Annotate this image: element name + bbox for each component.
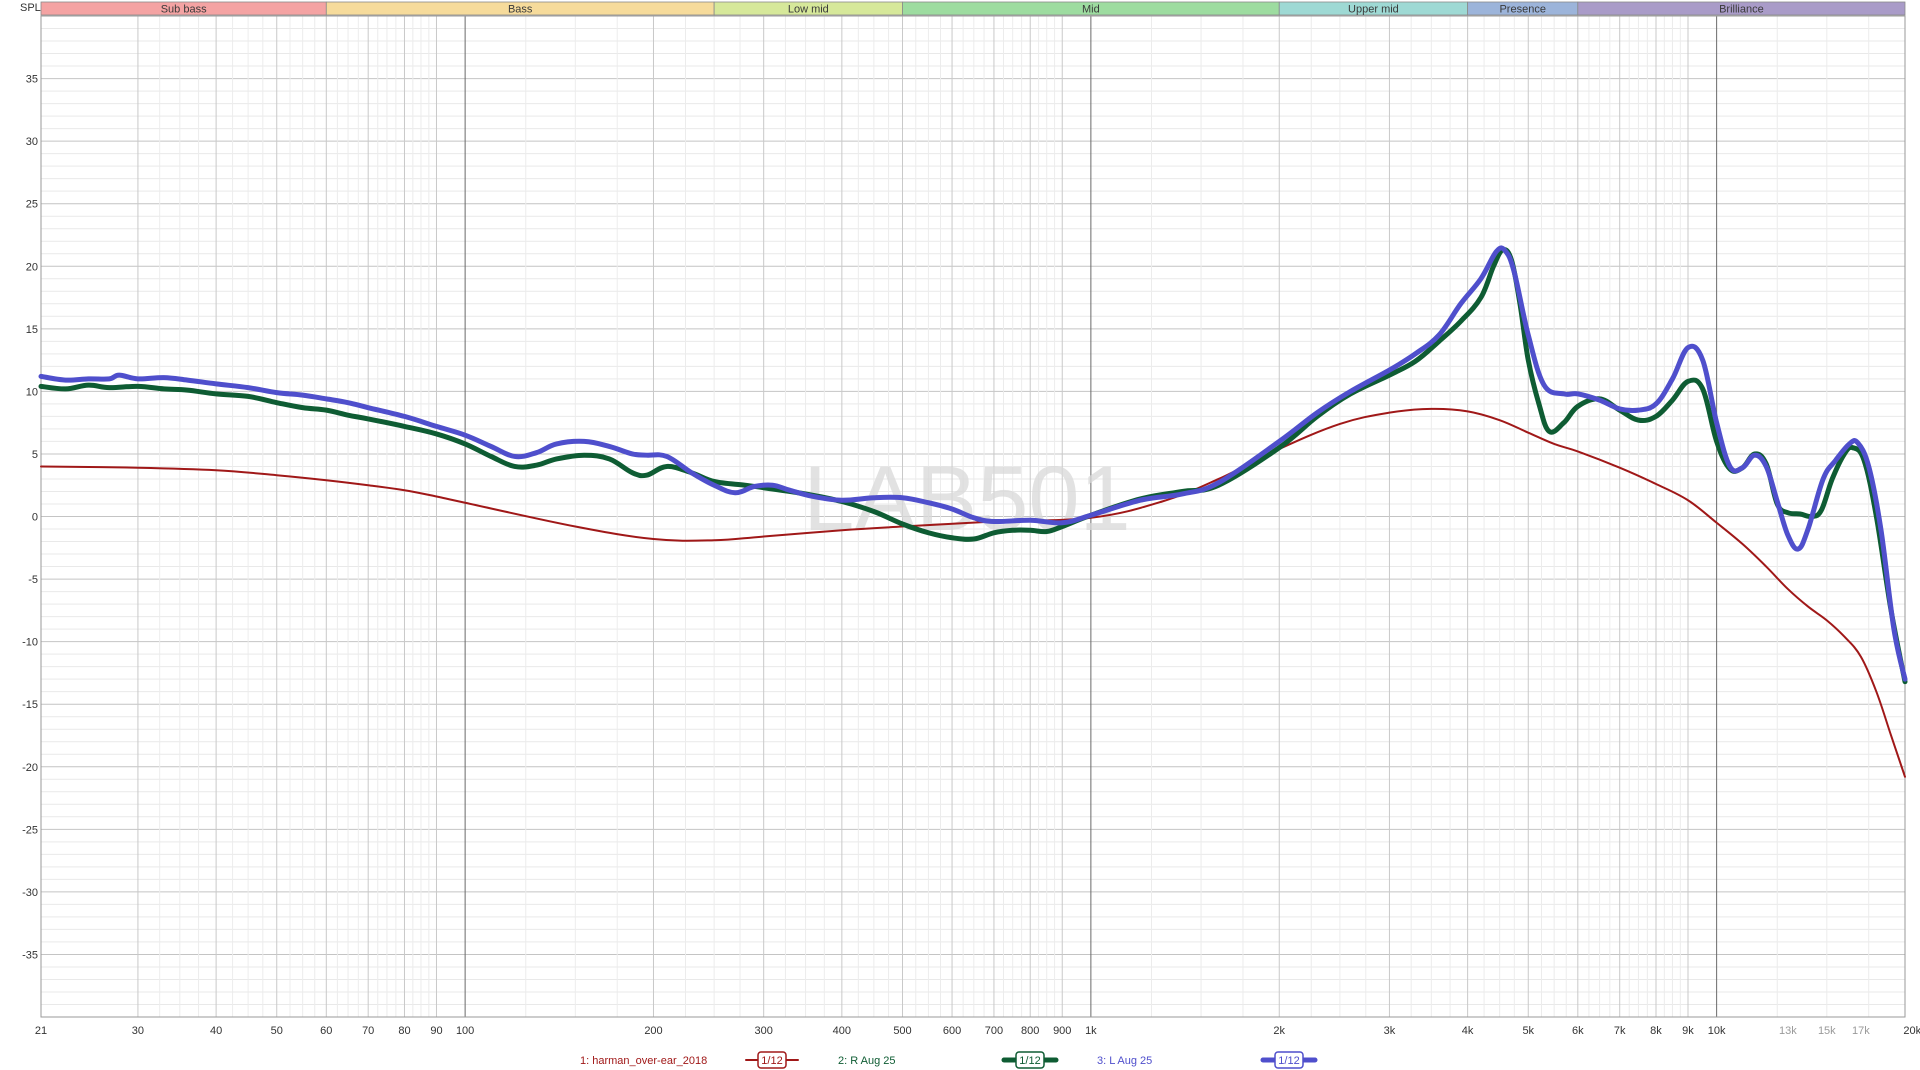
y-tick-label: 25 <box>26 199 38 211</box>
x-tick-label: 80 <box>398 1025 410 1037</box>
x-tick-label: 21 <box>35 1025 47 1037</box>
x-tick-label: 60 <box>320 1025 332 1037</box>
x-tick-label: 30 <box>132 1025 144 1037</box>
x-tick-label: 900 <box>1053 1025 1071 1037</box>
legend-label-2: 2: R Aug 25 <box>838 1055 896 1067</box>
band-label: Presence <box>1499 4 1545 16</box>
x-tick-label: 500 <box>893 1025 911 1037</box>
x-tick-label: 9k <box>1682 1025 1694 1037</box>
x-tick-label: 8k <box>1650 1025 1662 1037</box>
x-tick-label: 13k <box>1779 1025 1797 1037</box>
y-tick-label: 5 <box>32 449 38 461</box>
y-tick-label: -20 <box>22 762 38 774</box>
x-tick-label: 700 <box>985 1025 1003 1037</box>
x-tick-label: 200 <box>644 1025 662 1037</box>
x-tick-label: 300 <box>755 1025 773 1037</box>
x-tick-label: 10k <box>1708 1025 1726 1037</box>
y-tick-label: 0 <box>32 512 38 524</box>
legend-smoothing-1: 1/12 <box>761 1055 782 1067</box>
x-tick-label: 2k <box>1273 1025 1285 1037</box>
x-tick-label: 100 <box>456 1025 474 1037</box>
legend-smoothing-3: 1/12 <box>1278 1055 1299 1067</box>
y-tick-label: -15 <box>22 699 38 711</box>
legend-smoothing-2: 1/12 <box>1019 1055 1040 1067</box>
legend-label-1: 1: harman_over-ear_2018 <box>580 1055 707 1067</box>
x-tick-label: 6k <box>1572 1025 1584 1037</box>
y-tick-label: 30 <box>26 136 38 148</box>
band-label: Mid <box>1082 4 1100 16</box>
band-label: Low mid <box>788 4 829 16</box>
x-tick-label: 400 <box>833 1025 851 1037</box>
y-tick-label: 15 <box>26 324 38 336</box>
y-tick-label: 35 <box>26 74 38 86</box>
band-label: Sub bass <box>161 4 207 16</box>
x-tick-label: 90 <box>430 1025 442 1037</box>
x-tick-label: 17k <box>1852 1025 1870 1037</box>
frequency-response-chart: Sub bass Bass Low mid Mid Upper mid Presence B… <box>0 0 1920 1070</box>
band-label: Bass <box>508 4 533 16</box>
x-tick-label: 4k <box>1462 1025 1474 1037</box>
y-tick-label: -10 <box>22 637 38 649</box>
y-tick-label: 20 <box>26 261 38 273</box>
frequency-bands: Sub bass Bass Low mid Mid Upper mid Presence B… <box>40 1 1906 16</box>
x-tick-label: 1k <box>1085 1025 1097 1037</box>
x-tick-label: 3k <box>1384 1025 1396 1037</box>
y-axis-title: SPL <box>20 2 41 14</box>
x-tick-label: 15k <box>1818 1025 1836 1037</box>
x-tick-label: 800 <box>1021 1025 1039 1037</box>
y-tick-label: -5 <box>28 574 38 586</box>
x-tick-label: 5k <box>1522 1025 1534 1037</box>
legend-label-3: 3: L Aug 25 <box>1097 1055 1152 1067</box>
y-tick-label: 10 <box>26 386 38 398</box>
x-tick-label: 600 <box>943 1025 961 1037</box>
band-label: Upper mid <box>1348 4 1399 16</box>
band-label: Brilliance <box>1719 4 1764 16</box>
x-tick-label: 7k <box>1614 1025 1626 1037</box>
y-tick-label: -25 <box>22 824 38 836</box>
y-tick-label: -35 <box>22 949 38 961</box>
x-tick-label: 70 <box>362 1025 374 1037</box>
x-tick-label: 50 <box>271 1025 283 1037</box>
x-tick-label: 40 <box>210 1025 222 1037</box>
y-tick-label: -30 <box>22 887 38 899</box>
x-tick-label: 20kHz <box>1903 1025 1920 1037</box>
